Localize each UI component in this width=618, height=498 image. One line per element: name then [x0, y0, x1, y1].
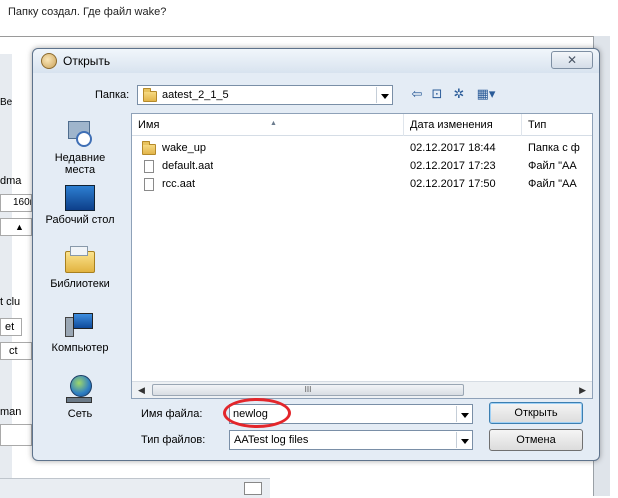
- cancel-button[interactable]: Отмена: [489, 429, 583, 451]
- chevron-down-icon[interactable]: [376, 87, 391, 103]
- network-icon: [66, 375, 94, 405]
- close-button[interactable]: ✕: [551, 51, 593, 69]
- file-row[interactable]: default.aat 02.12.2017 17:23 Файл "АА: [132, 158, 592, 176]
- horizontal-scrollbar[interactable]: ◀ III ▶: [132, 381, 592, 398]
- background-bottom-bar: [0, 478, 270, 498]
- scroll-thumb[interactable]: III: [152, 384, 464, 396]
- nav-label: Недавние места: [54, 152, 106, 176]
- background-left-strip: [0, 54, 12, 484]
- nav-desktop[interactable]: Рабочий стол: [39, 185, 121, 226]
- sort-arrow-icon: ▲: [270, 120, 277, 127]
- places-bar: Недавние места Рабочий стол Библиотеки К…: [39, 113, 121, 433]
- nav-label: Компьютер: [51, 342, 109, 354]
- background-field: 160n: [0, 194, 32, 212]
- column-header-date[interactable]: Дата изменения: [404, 114, 522, 136]
- dialog-app-icon: [41, 53, 57, 69]
- desktop-icon: [65, 185, 95, 211]
- close-icon: ✕: [566, 53, 578, 67]
- background-label: t clu: [0, 296, 21, 308]
- file-type: Файл "АА: [528, 160, 577, 172]
- file-date: 02.12.2017 17:23: [410, 160, 496, 172]
- background-field: [0, 424, 32, 446]
- computer-icon: [65, 311, 95, 339]
- file-name: wake_up: [162, 142, 207, 154]
- post-caption: Папку создал. Где файл wake?: [8, 6, 167, 18]
- background-label: dma: [0, 175, 22, 187]
- file-name: rcc.aat: [162, 178, 196, 190]
- nav-recent-places[interactable]: Недавние места: [39, 119, 121, 176]
- back-icon[interactable]: ⇦: [409, 86, 425, 102]
- chevron-down-icon[interactable]: [456, 432, 471, 448]
- file-list-header: Имя ▲ Дата изменения Тип: [132, 114, 592, 136]
- scroll-left-icon[interactable]: ◀: [138, 385, 145, 396]
- file-name: default.aat: [162, 160, 214, 172]
- file-row[interactable]: rcc.aat 02.12.2017 17:50 Файл "АА: [132, 176, 592, 194]
- file-icon: [144, 160, 154, 173]
- open-button[interactable]: Открыть: [489, 402, 583, 424]
- file-date: 02.12.2017 17:50: [410, 178, 496, 190]
- file-type: Папка с ф: [528, 142, 580, 154]
- chevron-down-icon[interactable]: [456, 406, 471, 422]
- file-row[interactable]: wake_up 02.12.2017 18:44 Папка с ф: [132, 140, 592, 158]
- nav-label: Библиотеки: [50, 278, 110, 290]
- scroll-right-icon[interactable]: ▶: [579, 385, 586, 396]
- column-header-type[interactable]: Тип: [522, 114, 592, 136]
- folder-value: aatest_2_1_5: [162, 89, 229, 101]
- nav-network[interactable]: Сеть: [39, 375, 121, 420]
- background-tab: ct: [0, 342, 32, 360]
- dialog-titlebar[interactable]: Открыть ✕: [33, 49, 599, 73]
- background-tab: et: [0, 318, 22, 336]
- new-folder-icon[interactable]: ✲: [451, 86, 467, 102]
- annotation-oval: [223, 398, 291, 428]
- nav-computer[interactable]: Компьютер: [39, 311, 121, 354]
- filetype-combo[interactable]: AATest log files: [229, 430, 473, 450]
- file-list[interactable]: Имя ▲ Дата изменения Тип wake_up 02.12.2…: [131, 113, 593, 399]
- file-type: Файл "АА: [528, 178, 577, 190]
- nav-libraries[interactable]: Библиотеки: [39, 245, 121, 290]
- recent-places-icon: [66, 119, 94, 149]
- file-date: 02.12.2017 18:44: [410, 142, 496, 154]
- background-label: man: [0, 406, 22, 418]
- folder-label: Папка:: [95, 89, 130, 101]
- up-folder-icon[interactable]: ⊡: [429, 86, 445, 102]
- nav-label: Сеть: [67, 408, 93, 420]
- nav-label: Рабочий стол: [45, 214, 115, 226]
- libraries-icon: [64, 245, 96, 275]
- filetype-value: AATest log files: [234, 434, 309, 446]
- open-file-dialog: Открыть ✕ Папка: aatest_2_1_5 ⇦ ⊡ ✲ ▦▾ Н…: [32, 48, 600, 461]
- view-menu-icon[interactable]: ▦▾: [475, 86, 497, 102]
- file-icon: [144, 178, 154, 191]
- folder-combo[interactable]: aatest_2_1_5: [137, 85, 393, 105]
- filetype-label: Тип файлов:: [141, 434, 206, 446]
- background-combo: ▲: [0, 218, 32, 236]
- background-checkbox: [244, 482, 262, 495]
- folder-icon: [143, 88, 157, 102]
- filename-label: Имя файла:: [141, 408, 203, 420]
- folder-icon: [142, 141, 156, 155]
- background-label: Ве: [0, 97, 13, 108]
- dialog-title: Открыть: [63, 54, 111, 68]
- column-header-name[interactable]: Имя ▲: [132, 114, 404, 136]
